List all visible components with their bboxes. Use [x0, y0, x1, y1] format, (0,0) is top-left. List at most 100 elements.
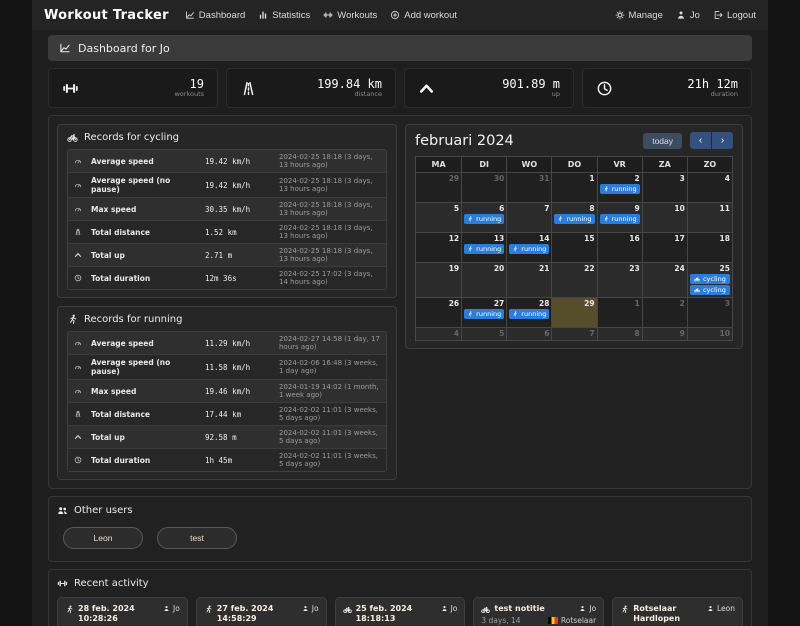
nav-item-jo[interactable]: Jo	[676, 10, 700, 21]
calendar-day-cell[interactable]: 26	[416, 297, 462, 327]
calendar-day-cell[interactable]: 19	[416, 262, 462, 297]
manage-icon	[615, 10, 625, 20]
user-icon	[163, 605, 170, 612]
workout-card[interactable]: 28 feb. 2024 10:28:26Jo21 hours agoRotse…	[57, 597, 188, 626]
calendar-day-cell[interactable]: 30	[461, 172, 507, 202]
calendar-day-cell-today[interactable]: 29	[551, 297, 597, 327]
calendar-day-cell[interactable]: 21	[506, 262, 552, 297]
calendar-day-cell[interactable]: 5	[461, 327, 507, 340]
calendar-day-cell[interactable]: 22	[551, 262, 597, 297]
calendar-day-cell[interactable]: 9	[641, 327, 687, 340]
calendar-day-cell[interactable]: 18	[686, 232, 732, 262]
calendar-day-cell[interactable]: 1	[596, 297, 642, 327]
record-value: 12m 36s	[205, 273, 237, 283]
user-link-test[interactable]: test	[157, 527, 237, 549]
calendar-day-cell[interactable]: 20	[461, 262, 507, 297]
records-title: Records for cycling	[67, 132, 387, 143]
app-window: Workout Tracker Dashboard Statistics Worko…	[32, 0, 768, 626]
calendar-prev-button[interactable]: ‹	[690, 132, 711, 149]
calendar-event-running[interactable]: running	[599, 214, 640, 224]
other-users-header: Other users	[57, 505, 743, 516]
calendar-event-cycling[interactable]: cycling	[689, 285, 730, 295]
user-icon	[676, 10, 686, 20]
nav-item-statistics[interactable]: Statistics	[258, 10, 310, 21]
calendar-event-running[interactable]: running	[464, 309, 505, 319]
calendar-next-button[interactable]: ›	[712, 132, 733, 149]
calendar-day-cell[interactable]: 13 running	[461, 232, 507, 262]
record-value: 19.46 km/h	[205, 386, 251, 396]
calendar-day-cell[interactable]: 10	[686, 327, 732, 340]
calendar-event-running[interactable]: running	[509, 309, 550, 319]
calendar-today-button[interactable]: today	[643, 132, 682, 149]
calendar-day-cell[interactable]: 8 running	[551, 202, 597, 232]
calendar-event-running[interactable]: running	[464, 244, 505, 254]
record-date: 2024-02-25 18:18 (3 days, 13 hours ago)	[279, 224, 373, 240]
calendar-day-cell[interactable]: 4	[416, 327, 462, 340]
speed-icon	[74, 387, 82, 395]
calendar-day-cell[interactable]: 2 running	[596, 172, 642, 202]
calendar-event-running[interactable]: running	[599, 184, 640, 194]
calendar-event-cycling[interactable]: cycling	[689, 274, 730, 284]
nav-item-manage[interactable]: Manage	[615, 10, 663, 21]
calendar-day-cell[interactable]: 7	[551, 327, 597, 340]
calendar-header: februari 2024 today ‹ ›	[415, 132, 733, 149]
workout-card[interactable]: 25 feb. 2024 18:18:13Jo3 days, 13 hours …	[334, 597, 466, 626]
calendar-day-cell[interactable]: 9 running	[596, 202, 642, 232]
record-label: Total distance	[91, 409, 151, 419]
nav-menu: Dashboard Statistics Workouts Add workout	[185, 10, 457, 21]
calendar-day-cell[interactable]: 1	[551, 172, 597, 202]
user-icon	[302, 605, 309, 612]
calendar-day-cell[interactable]: 23	[596, 262, 642, 297]
user-link-leon[interactable]: Leon	[63, 527, 143, 549]
calendar-day-cell[interactable]: 11	[686, 202, 732, 232]
record-value: 11.58 km/h	[205, 362, 251, 372]
calendar-day-cell[interactable]: 31	[506, 172, 552, 202]
calendar-day-cell[interactable]: 29	[416, 172, 462, 202]
calendar-day-cell[interactable]: 3	[686, 297, 732, 327]
calendar-event-running[interactable]: running	[554, 214, 595, 224]
calendar-day-cell[interactable]: 5	[416, 202, 462, 232]
duration-icon	[596, 80, 613, 97]
up-icon	[74, 433, 82, 441]
calendar-day-cell[interactable]: 3	[641, 172, 687, 202]
calendar-day-cell[interactable]: 15	[551, 232, 597, 262]
stat-label-duration: duration	[710, 90, 738, 98]
calendar-event-running[interactable]: running	[509, 244, 550, 254]
calendar-day-cell[interactable]: 25 cycling cycling	[686, 262, 732, 297]
workout-card[interactable]: Rotselaar HardlopenLeon1 week, 5 days ag…	[612, 597, 743, 626]
nav-item-add-workout[interactable]: Add workout	[390, 10, 457, 21]
stat-card-duration: 21h 12m duration	[582, 68, 752, 108]
workout-card[interactable]: test notitie Jo 3 days, 14 hours ago Rotsel…	[473, 597, 605, 626]
nav-item-logout[interactable]: Logout	[713, 10, 756, 21]
distance-icon	[74, 410, 82, 418]
line-chart-icon	[59, 42, 71, 54]
calendar-day-cell[interactable]: 2	[641, 297, 687, 327]
calendar-day-cell[interactable]: 7	[506, 202, 552, 232]
calendar-day-cell[interactable]: 16	[596, 232, 642, 262]
calendar-event-running[interactable]: running	[464, 214, 505, 224]
calendar-widget: februari 2024 today ‹ › MA DI WO DO VR ZA ZO 29…	[405, 124, 743, 349]
calendar-day-cell[interactable]: 12	[416, 232, 462, 262]
calendar-week-row: 4 5 6 7 8 9 10	[416, 327, 732, 340]
calendar-day-cell[interactable]: 17	[641, 232, 687, 262]
calendar-day-cell[interactable]: 6	[506, 327, 552, 340]
workout-card[interactable]: 27 feb. 2024 14:58:29Jo1 day, 17 hours a…	[195, 597, 327, 626]
records-widget: Records for cycling Average speed 19.42 km…	[57, 124, 397, 298]
record-value: 92.58 m	[205, 432, 237, 442]
calendar-day-cell[interactable]: 14 running	[506, 232, 552, 262]
nav-item-workouts[interactable]: Workouts	[323, 10, 377, 21]
record-row: Total distance 17.44 km 2024-02-02 11:01 (…	[68, 402, 386, 425]
calendar-day-cell[interactable]: 27 running	[461, 297, 507, 327]
calendar-day-cell[interactable]: 8	[596, 327, 642, 340]
calendar-day-cell[interactable]: 24	[641, 262, 687, 297]
belgium-flag-icon	[547, 617, 558, 624]
calendar-day-cell[interactable]: 6 running	[461, 202, 507, 232]
calendar-day-cell[interactable]: 4	[686, 172, 732, 202]
dashboard-icon	[185, 10, 195, 20]
record-label: Total distance	[91, 227, 151, 237]
nav-item-dashboard[interactable]: Dashboard	[185, 10, 245, 21]
calendar-day-cell[interactable]: 10	[641, 202, 687, 232]
users-icon	[57, 505, 68, 516]
calendar-day-cell[interactable]: 28 running	[506, 297, 552, 327]
running-icon	[204, 605, 213, 614]
